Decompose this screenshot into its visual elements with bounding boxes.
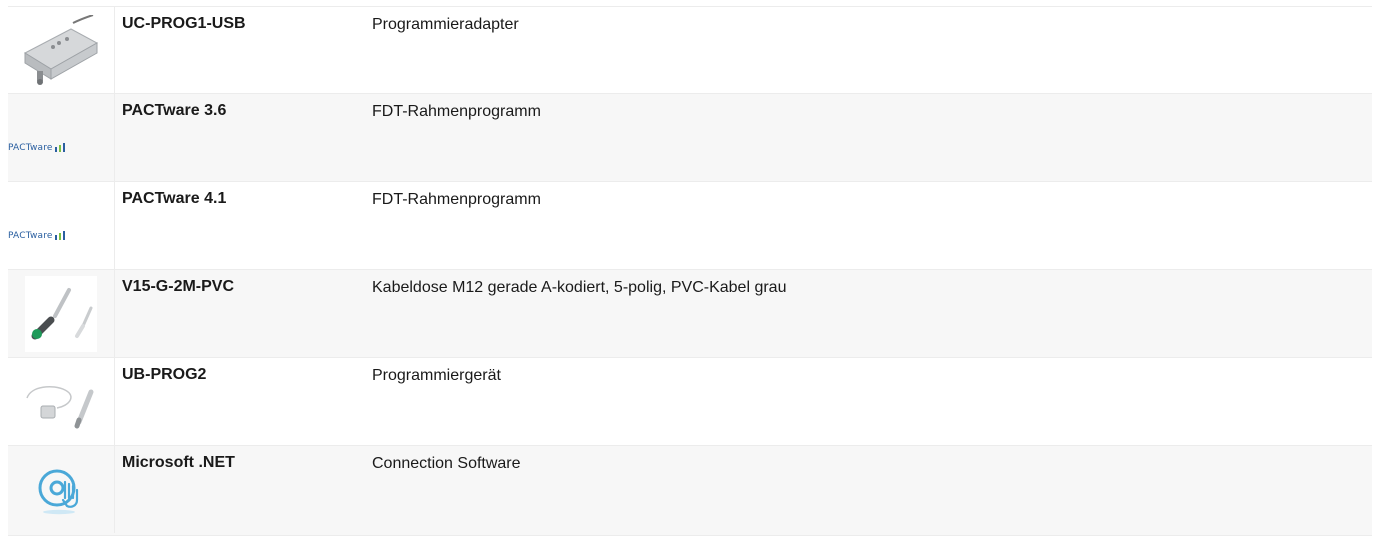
product-image-cell: PACTware: [8, 94, 114, 181]
product-description: FDT-Rahmenprogramm: [372, 103, 541, 120]
table-row[interactable]: Microsoft .NET Connection Software: [8, 446, 1372, 536]
product-name: PACTware 4.1: [122, 190, 227, 207]
product-image-cell: PACTware: [8, 182, 114, 269]
product-image-cell: [8, 270, 114, 357]
pactware-logo: PACTware: [8, 230, 69, 241]
programmer-device-image: [26, 385, 94, 428]
product-name: V15-G-2M-PVC: [122, 278, 235, 295]
table-row[interactable]: UB-PROG2 Programmiergerät: [8, 358, 1372, 446]
product-image-cell: [8, 446, 114, 535]
product-description: FDT-Rahmenprogramm: [372, 191, 541, 208]
table-row[interactable]: PACTware PACTware 3.6 FDT-Rahmenprogramm: [8, 94, 1372, 182]
cable-socket-image: [25, 275, 97, 352]
product-description: Programmiergerät: [372, 367, 501, 384]
product-name: UB-PROG2: [122, 366, 207, 383]
product-description: Kabeldose M12 gerade A-kodiert, 5-polig,…: [372, 279, 787, 296]
accessories-table: UC-PROG1-USB Programmieradapter PACTware…: [8, 6, 1372, 536]
software-cd-icon: [38, 469, 79, 514]
usb-adapter-image: [23, 14, 99, 85]
table-row[interactable]: PACTware PACTware 4.1 FDT-Rahmenprogramm: [8, 182, 1372, 270]
product-name: Microsoft .NET: [122, 454, 235, 471]
product-description: Connection Software: [372, 455, 521, 472]
product-name: PACTware 3.6: [122, 102, 227, 119]
product-description: Programmieradapter: [372, 16, 519, 33]
pactware-logo: PACTware: [8, 142, 69, 153]
product-image-cell: [8, 7, 114, 93]
product-name: UC-PROG1-USB: [122, 15, 246, 32]
table-row[interactable]: V15-G-2M-PVC Kabeldose M12 gerade A-kodi…: [8, 270, 1372, 358]
table-row[interactable]: UC-PROG1-USB Programmieradapter: [8, 6, 1372, 94]
product-image-cell: [8, 358, 114, 445]
